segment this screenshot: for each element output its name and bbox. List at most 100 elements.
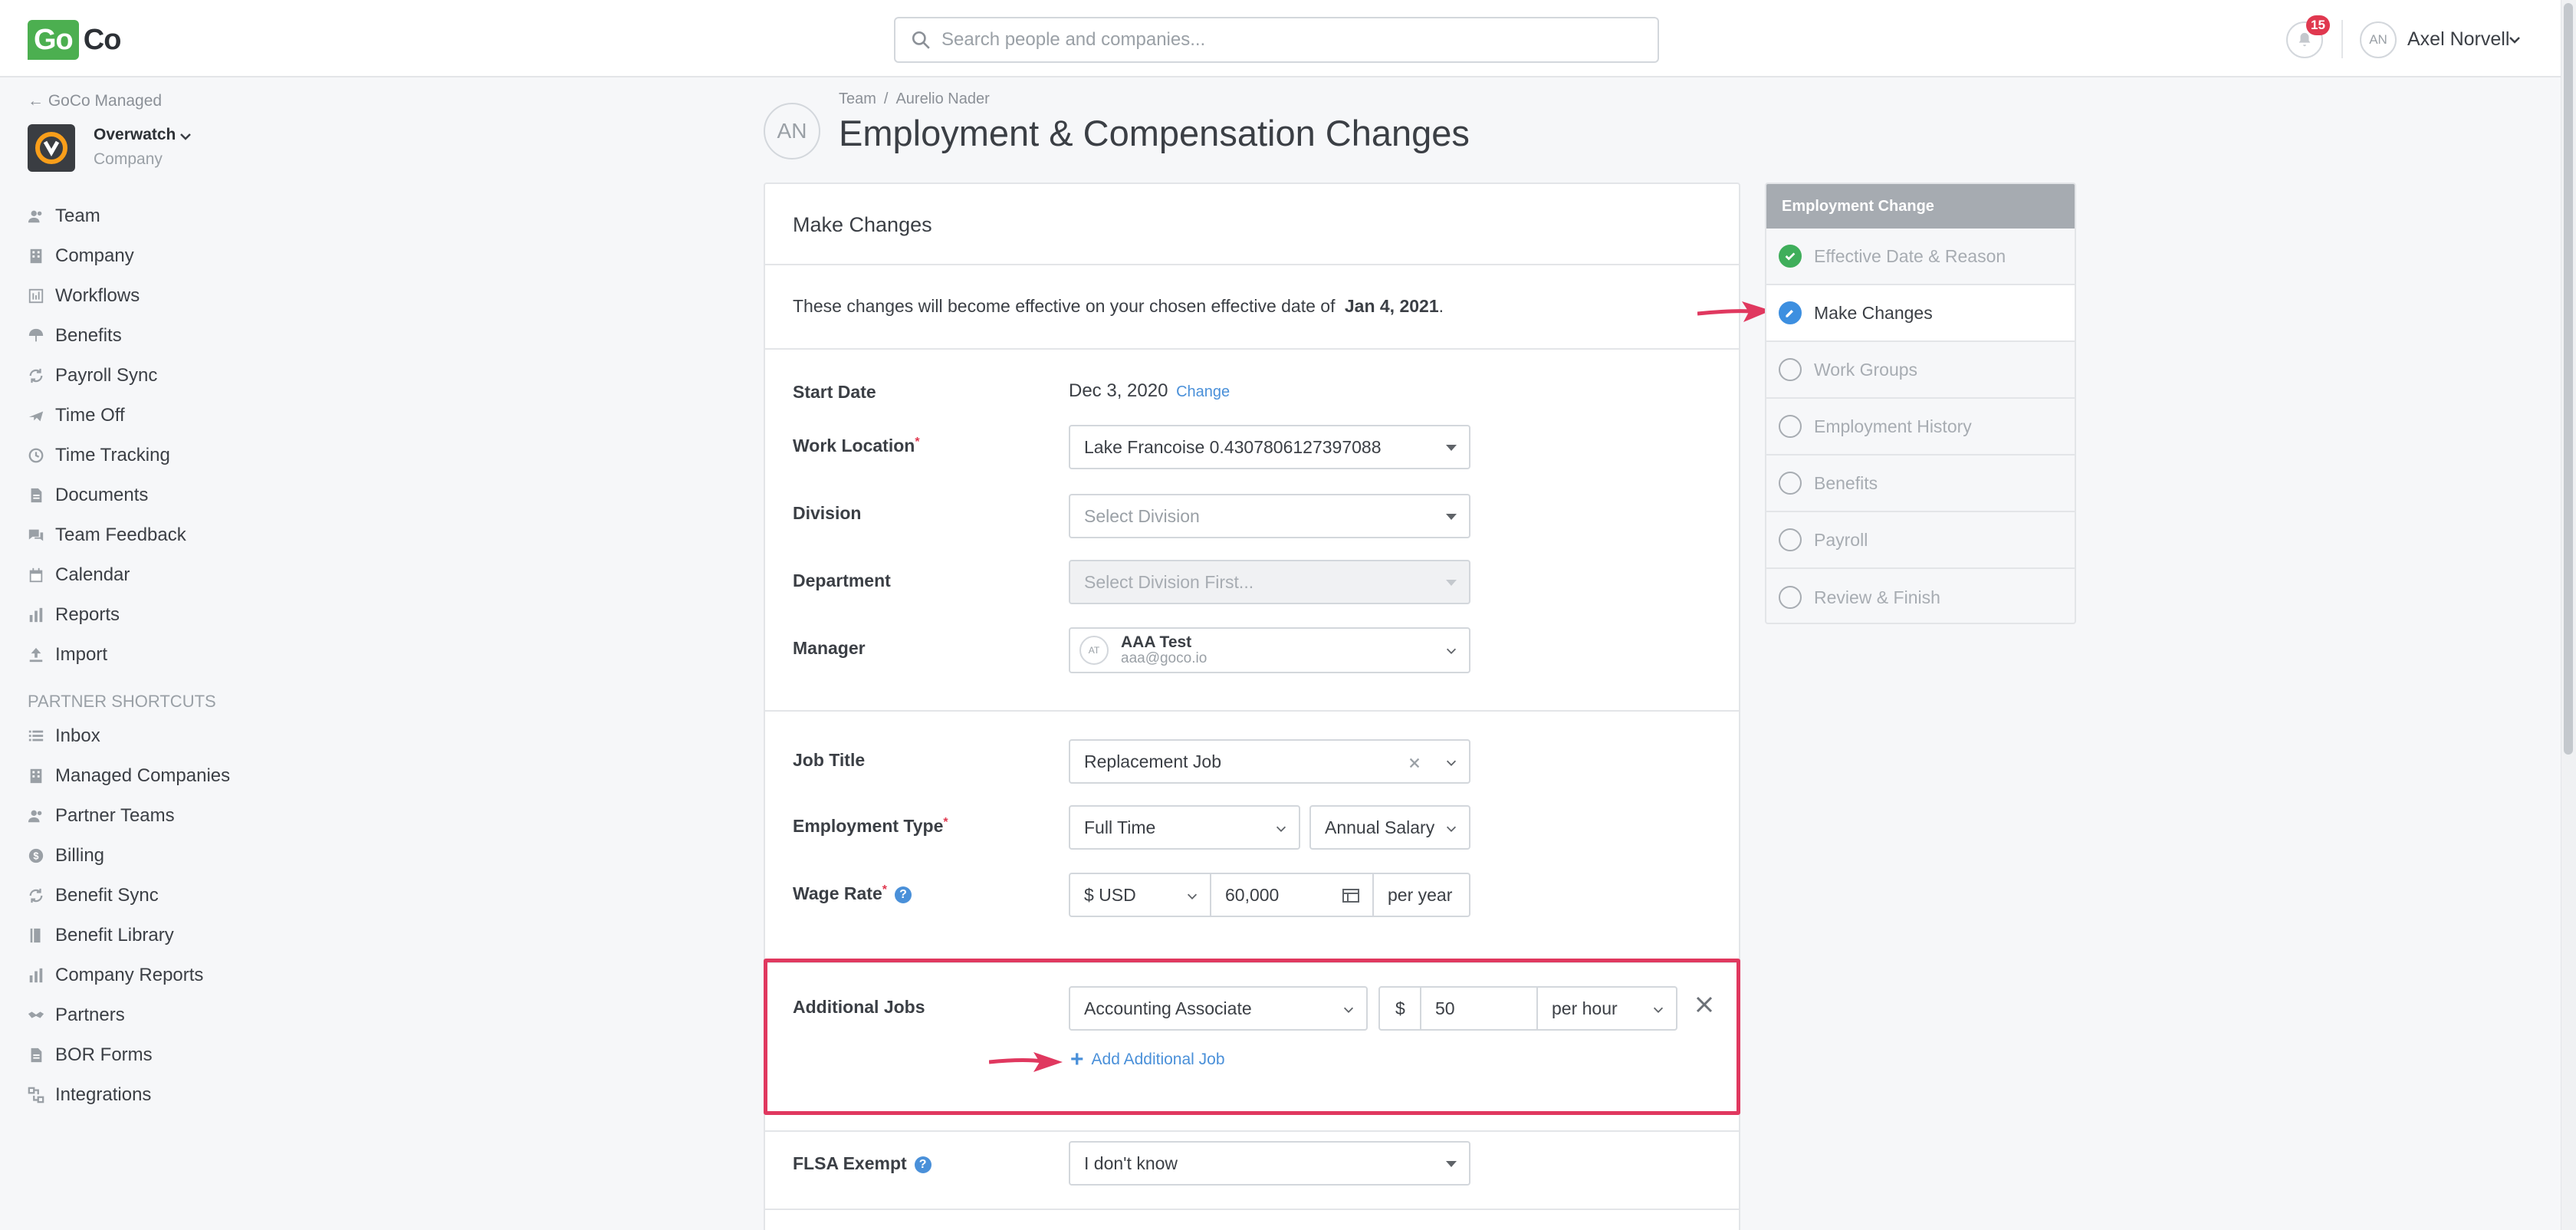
breadcrumb-employee-link[interactable]: Aurelio Nader	[895, 90, 989, 107]
sidebar-item-company-reports[interactable]: Company Reports	[28, 955, 230, 995]
chevron-down-icon	[1446, 760, 1457, 766]
notification-count-badge: 15	[2306, 15, 2330, 35]
sidebar-item-bor-forms[interactable]: BOR Forms	[28, 1035, 230, 1075]
help-icon[interactable]: ?	[894, 886, 912, 903]
calculator-icon[interactable]	[1342, 888, 1360, 903]
sync-icon	[28, 887, 44, 904]
breadcrumb-team-link[interactable]: Team	[839, 90, 876, 107]
manager-label: Manager	[793, 638, 866, 658]
manager-name: AAA Test	[1121, 633, 1192, 651]
section-divider	[765, 710, 1739, 712]
sidebar-item-label: Integrations	[55, 1084, 152, 1105]
breadcrumb-separator: /	[883, 90, 889, 107]
section-divider	[765, 264, 1739, 265]
sidebar-item-reports[interactable]: Reports	[28, 595, 186, 635]
sidebar-item-managed-companies[interactable]: Managed Companies	[28, 756, 230, 796]
employment-type-value: Full Time	[1084, 817, 1156, 837]
job-title-value: Replacement Job	[1084, 751, 1221, 771]
remove-additional-job-icon[interactable]	[1693, 993, 1716, 1016]
sidebar-item-documents[interactable]: Documents	[28, 475, 186, 515]
flsa-exempt-select[interactable]: I don't know	[1069, 1141, 1470, 1186]
chevron-down-icon[interactable]	[178, 129, 193, 144]
employee-avatar: AN	[764, 103, 820, 160]
division-select[interactable]: Select Division	[1069, 494, 1470, 538]
currency-value: $ USD	[1084, 884, 1136, 905]
work-location-label: Work Location*	[793, 436, 920, 456]
document-icon	[28, 487, 44, 504]
partner-shortcuts-heading: PARTNER SHORTCUTS	[28, 692, 216, 711]
company-logo	[28, 124, 75, 172]
top-bar: Go Co 15 AN Axel Norvell	[0, 0, 2561, 77]
additional-job-title-select[interactable]: Accounting Associate	[1069, 986, 1368, 1031]
people-icon	[28, 807, 44, 824]
sidebar-item-team[interactable]: Team	[28, 196, 186, 236]
employment-type-select[interactable]: Full Time	[1069, 805, 1300, 850]
employment-change-steps: Employment Change Effective Date & Reaso…	[1765, 183, 2076, 624]
help-icon[interactable]: ?	[914, 1156, 932, 1173]
division-placeholder: Select Division	[1084, 505, 1200, 526]
sidebar-item-label: Payroll Sync	[55, 365, 158, 386]
sidebar-item-label: Team	[55, 206, 100, 226]
caret-down-icon	[1446, 514, 1457, 520]
step-review-finish[interactable]: Review & Finish	[1766, 569, 2075, 623]
sidebar-item-partner-teams[interactable]: Partner Teams	[28, 796, 230, 836]
step-benefits[interactable]: Benefits	[1766, 455, 2075, 512]
sidebar-item-time-off[interactable]: Time Off	[28, 396, 186, 436]
empty-circle-icon	[1779, 358, 1802, 381]
add-additional-job-link[interactable]: + Add Additional Job	[1070, 1048, 1225, 1071]
change-start-date-link[interactable]: Change	[1176, 383, 1230, 400]
user-menu-name[interactable]: Axel Norvell	[2407, 28, 2509, 51]
company-switcher-name[interactable]: Overwatch	[94, 126, 176, 144]
section-divider	[765, 962, 1739, 963]
additional-job-period-select[interactable]: per hour	[1536, 986, 1677, 1031]
wage-rate-label: Wage Rate*?	[793, 883, 912, 904]
page-scrollbar-thumb[interactable]	[2564, 3, 2573, 755]
step-work-groups[interactable]: Work Groups	[1766, 342, 2075, 399]
step-effective-date-reason[interactable]: Effective Date & Reason	[1766, 229, 2075, 285]
additional-jobs-label: Additional Jobs	[793, 997, 925, 1017]
goco-logo[interactable]: Go Co	[28, 20, 121, 60]
currency-select[interactable]: $ USD	[1069, 873, 1211, 917]
step-employment-history[interactable]: Employment History	[1766, 399, 2075, 455]
user-avatar[interactable]: AN	[2360, 21, 2397, 58]
sidebar-item-import[interactable]: Import	[28, 635, 186, 675]
sidebar-item-team-feedback[interactable]: Team Feedback	[28, 515, 186, 555]
page-title: Employment & Compensation Changes	[839, 113, 1470, 153]
clear-icon[interactable]	[1408, 756, 1421, 770]
wage-amount-input[interactable]: 60,000	[1210, 873, 1374, 917]
step-payroll[interactable]: Payroll	[1766, 512, 2075, 569]
global-search[interactable]	[894, 17, 1659, 63]
sidebar-item-benefit-sync[interactable]: Benefit Sync	[28, 876, 230, 916]
back-to-goco-managed-link[interactable]: ← GoCo Managed	[28, 92, 162, 110]
bar-chart-icon	[28, 607, 44, 623]
pay-type-select[interactable]: Annual Salary	[1309, 805, 1470, 850]
sidebar-item-payroll-sync[interactable]: Payroll Sync	[28, 356, 186, 396]
sidebar-item-time-tracking[interactable]: Time Tracking	[28, 436, 186, 475]
sidebar-item-label: Billing	[55, 845, 105, 866]
sidebar-item-integrations[interactable]: Integrations	[28, 1075, 230, 1115]
step-label: Employment History	[1814, 416, 1972, 436]
sidebar-item-inbox[interactable]: Inbox	[28, 716, 230, 756]
work-location-value: Lake Francoise 0.4307806127397088	[1084, 436, 1382, 457]
sidebar-item-label: Reports	[55, 604, 120, 625]
sidebar-item-calendar[interactable]: Calendar	[28, 555, 186, 595]
additional-job-rate-input[interactable]: 50	[1420, 986, 1538, 1031]
sidebar-item-company[interactable]: Company	[28, 236, 186, 276]
step-label: Benefits	[1814, 472, 1878, 493]
search-input[interactable]	[941, 29, 1631, 51]
chevron-down-icon	[1446, 648, 1457, 654]
sidebar-item-partners[interactable]: Partners	[28, 995, 230, 1035]
work-location-select[interactable]: Lake Francoise 0.4307806127397088	[1069, 425, 1470, 469]
manager-select[interactable]: AT AAA Test aaa@goco.io	[1069, 627, 1470, 673]
sidebar-item-label: Time Off	[55, 405, 125, 426]
sidebar-item-workflows[interactable]: Workflows	[28, 276, 186, 316]
step-make-changes[interactable]: Make Changes	[1766, 285, 2075, 342]
job-title-select[interactable]: Replacement Job	[1069, 739, 1470, 784]
wage-amount-value: 60,000	[1225, 884, 1280, 905]
sidebar-item-benefit-library[interactable]: Benefit Library	[28, 916, 230, 955]
sidebar-item-billing[interactable]: $ Billing	[28, 836, 230, 876]
chevron-down-icon[interactable]	[2507, 32, 2522, 48]
sidebar-item-benefits[interactable]: Benefits	[28, 316, 186, 356]
overwatch-logo-icon	[35, 132, 67, 164]
company-switcher-subtitle: Company	[94, 150, 163, 168]
